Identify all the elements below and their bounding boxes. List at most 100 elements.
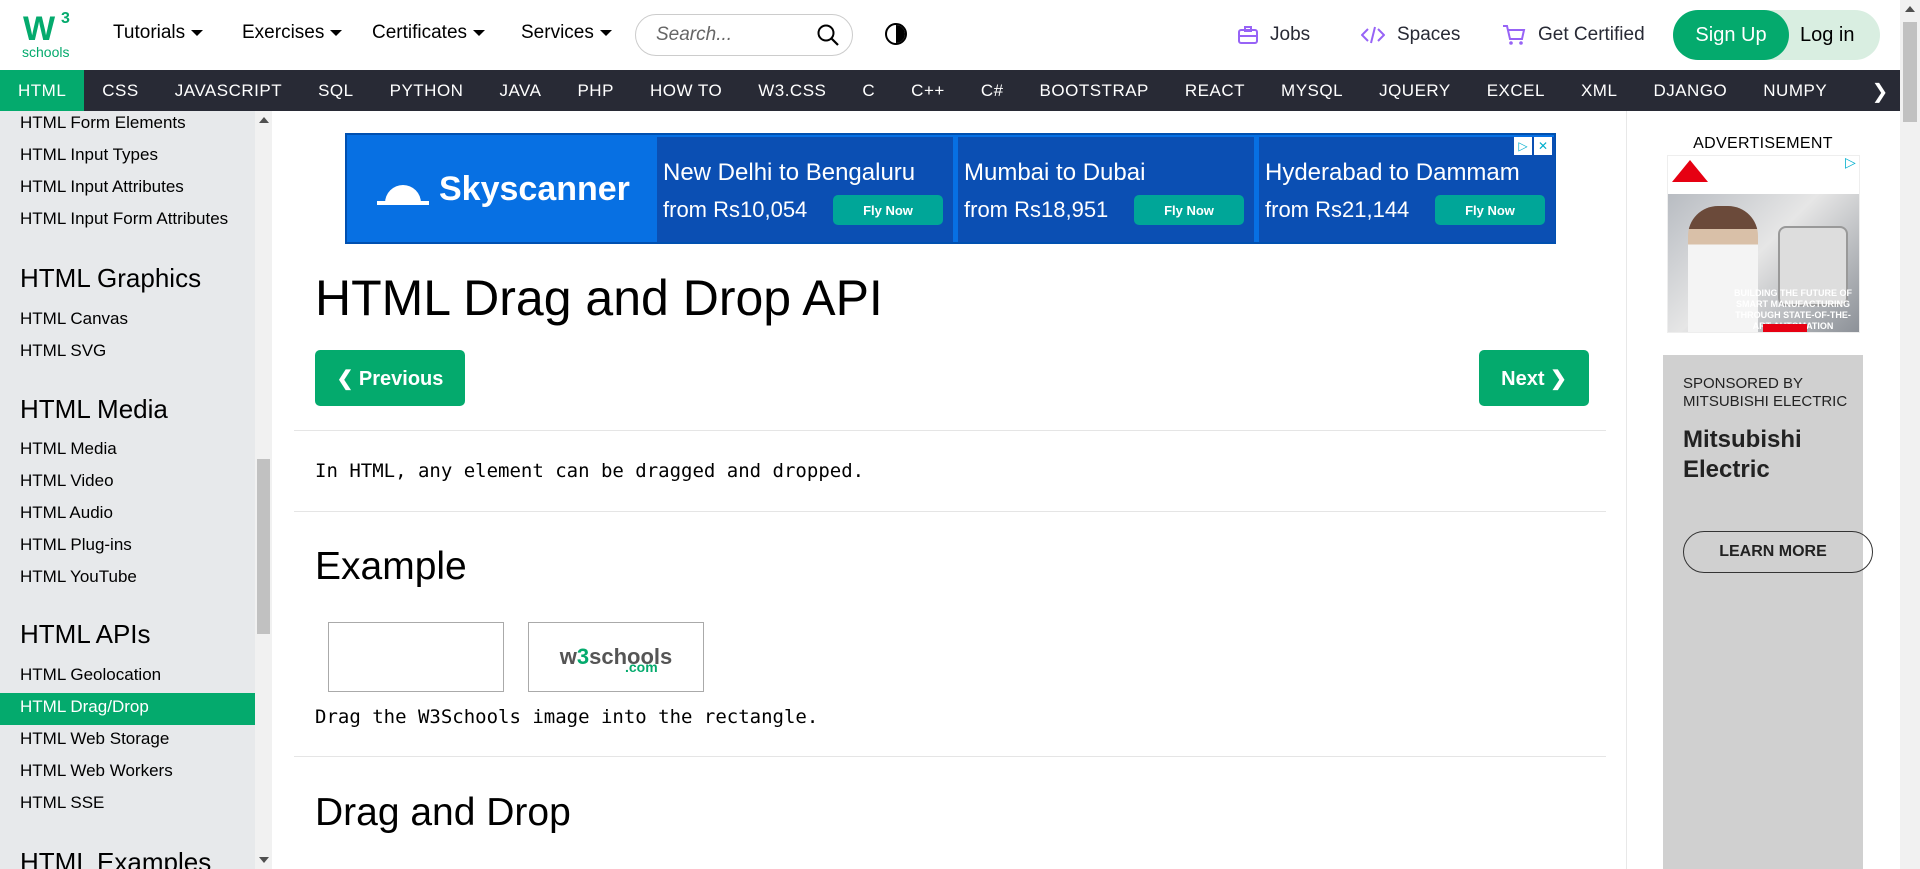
page-scrollbar[interactable]	[1900, 0, 1920, 869]
get-certified-link[interactable]: Get Certified	[1502, 24, 1645, 46]
subject-xml[interactable]: XML	[1563, 70, 1635, 111]
code-icon	[1361, 26, 1385, 44]
drop-target-rectangle[interactable]	[328, 622, 504, 692]
sidebar-heading-examples: HTML Examples	[20, 847, 212, 869]
adchoices-icon[interactable]: ▷	[1845, 155, 1861, 171]
scroll-down-icon[interactable]	[259, 857, 269, 863]
sponsor-brand: Mitsubishi Electric	[1683, 426, 1802, 483]
sidebar-item-form-elements[interactable]: HTML Form Elements	[20, 113, 186, 133]
contrast-toggle-icon[interactable]	[885, 23, 907, 45]
w3schools-logo[interactable]: W 3 schools	[20, 8, 76, 60]
top-navbar: W 3 schools Tutorials Exercises Certific…	[0, 0, 1900, 70]
cart-icon	[1503, 25, 1526, 45]
sidebar-item-web-workers[interactable]: HTML Web Workers	[20, 761, 173, 781]
menu-exercises[interactable]: Exercises	[242, 22, 343, 44]
chevron-right-icon[interactable]: ❯	[1860, 70, 1900, 111]
subject-php[interactable]: PHP	[559, 70, 631, 111]
sidebar-item-input-attributes[interactable]: HTML Input Attributes	[20, 177, 184, 197]
next-button[interactable]: Next ❯	[1479, 350, 1589, 406]
sidebar-item-input-types[interactable]: HTML Input Types	[20, 145, 158, 165]
subject-w3css[interactable]: W3.CSS	[740, 70, 844, 111]
subject-c[interactable]: C	[844, 70, 893, 111]
skyscanner-ad-banner[interactable]: Skyscanner New Delhi to Bengaluru from R…	[345, 133, 1556, 244]
ad-offer[interactable]: Hyderabad to Dammam from Rs21,144 Fly No…	[1259, 137, 1555, 242]
sidebar-item-video[interactable]: HTML Video	[20, 471, 114, 491]
advertisement-label: ADVERTISEMENT	[1693, 135, 1833, 152]
search-box	[635, 14, 853, 56]
menu-tutorials[interactable]: Tutorials	[113, 22, 204, 44]
caret-down-icon	[599, 30, 612, 36]
ad-offer[interactable]: Mumbai to Dubai from Rs18,951 Fly Now	[958, 137, 1254, 242]
sidebar-item-sse[interactable]: HTML SSE	[20, 793, 104, 813]
drag-source-rectangle[interactable]: w 3 schools .com	[528, 622, 704, 692]
sidebar-item-audio[interactable]: HTML Audio	[20, 503, 113, 523]
sidebar-item-canvas[interactable]: HTML Canvas	[20, 309, 128, 329]
sidebar-item-drag-drop[interactable]: HTML Drag/Drop	[20, 697, 149, 717]
drag-and-drop-heading: Drag and Drop	[315, 791, 571, 834]
menu-certificates[interactable]: Certificates	[372, 22, 486, 44]
sidebar-item-media[interactable]: HTML Media	[20, 439, 117, 459]
sidebar-item-svg[interactable]: HTML SVG	[20, 341, 106, 361]
subject-html[interactable]: HTML	[0, 70, 85, 111]
caret-down-icon	[191, 30, 204, 36]
subject-mysql[interactable]: MYSQL	[1263, 70, 1361, 111]
ad-offer[interactable]: New Delhi to Bengaluru from Rs10,054 Fly…	[657, 137, 953, 242]
fly-now-button[interactable]: Fly Now	[833, 195, 943, 225]
sidebar-scroll-thumb[interactable]	[257, 459, 270, 634]
intro-text: In HTML, any element can be dragged and …	[315, 460, 865, 482]
learn-more-button[interactable]: LEARN MORE	[1683, 531, 1873, 573]
subject-numpy[interactable]: NUMPY	[1745, 70, 1845, 111]
subject-javascript[interactable]: JAVASCRIPT	[157, 70, 300, 111]
caret-down-icon	[473, 30, 486, 36]
subject-howto[interactable]: HOW TO	[632, 70, 740, 111]
main-content: Skyscanner New Delhi to Bengaluru from R…	[272, 111, 1626, 869]
subject-java[interactable]: JAVA	[481, 70, 559, 111]
fly-now-button[interactable]: Fly Now	[1435, 195, 1545, 225]
jobs-label: Jobs	[1270, 24, 1311, 45]
subject-sql[interactable]: SQL	[300, 70, 372, 111]
sidebar-item-input-form-attributes[interactable]: HTML Input Form Attributes	[20, 209, 228, 229]
close-icon[interactable]: ✕	[1534, 137, 1552, 155]
signup-button[interactable]: Sign Up	[1673, 10, 1789, 60]
search-icon[interactable]	[816, 23, 840, 47]
ad-know-more[interactable]	[1763, 324, 1807, 332]
subject-react[interactable]: REACT	[1167, 70, 1263, 111]
mitsubishi-ad-image[interactable]: BUILDING THE FUTURE OF SMART MANUFACTURI…	[1667, 155, 1860, 333]
menu-services-label: Services	[521, 22, 594, 43]
subject-bootstrap[interactable]: BOOTSTRAP	[1022, 70, 1167, 111]
adchoices-icon[interactable]: ▷	[1514, 137, 1532, 155]
example-heading: Example	[315, 545, 467, 588]
sidebar-heading-apis: HTML APIs	[20, 619, 151, 649]
w3schools-draggable-image[interactable]: w 3 schools .com	[529, 623, 703, 691]
subject-django[interactable]: DJANGO	[1635, 70, 1745, 111]
subject-css[interactable]: CSS	[84, 70, 156, 111]
page-scroll-thumb[interactable]	[1903, 22, 1917, 122]
sidebar-item-geolocation[interactable]: HTML Geolocation	[20, 665, 161, 685]
subject-python[interactable]: PYTHON	[372, 70, 482, 111]
ad-offer-price: from Rs21,144	[1265, 197, 1410, 222]
menu-services[interactable]: Services	[521, 22, 612, 44]
previous-button[interactable]: ❮ Previous	[315, 350, 465, 406]
fly-now-button[interactable]: Fly Now	[1134, 195, 1244, 225]
subject-navbar: HTML CSS JAVASCRIPT SQL PYTHON JAVA PHP …	[0, 70, 1900, 111]
spaces-link[interactable]: Spaces	[1361, 24, 1460, 46]
sidebar-item-web-storage[interactable]: HTML Web Storage	[20, 729, 169, 749]
skyscanner-logo: Skyscanner	[377, 170, 630, 209]
search-input[interactable]	[656, 24, 816, 46]
subject-csharp[interactable]: C#	[963, 70, 1022, 111]
scroll-up-icon[interactable]	[1905, 6, 1915, 12]
sidebar-item-youtube[interactable]: HTML YouTube	[20, 567, 137, 587]
scroll-up-icon[interactable]	[259, 117, 269, 123]
jobs-link[interactable]: Jobs	[1238, 24, 1310, 46]
menu-tutorials-label: Tutorials	[113, 22, 186, 43]
ad-offer-price: from Rs18,951	[964, 197, 1109, 222]
caret-down-icon	[330, 30, 343, 36]
page-title: HTML Drag and Drop API	[315, 270, 883, 326]
subject-excel[interactable]: EXCEL	[1469, 70, 1563, 111]
menu-exercises-label: Exercises	[242, 22, 325, 43]
sidebar-scrollbar[interactable]	[255, 111, 272, 869]
sidebar-item-plugins[interactable]: HTML Plug-ins	[20, 535, 132, 555]
subject-cpp[interactable]: C++	[893, 70, 963, 111]
subject-jquery[interactable]: JQUERY	[1361, 70, 1469, 111]
right-sidebar: ADVERTISEMENT BUILDING THE FUTURE OF SMA…	[1627, 111, 1900, 869]
